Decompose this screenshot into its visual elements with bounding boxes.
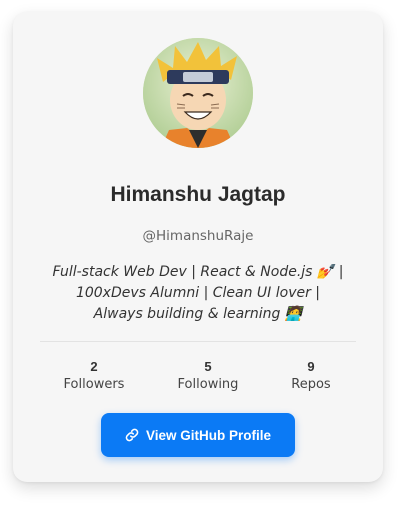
stat-following: 5 Following (158, 359, 258, 394)
view-github-profile-label: View GitHub Profile (145, 427, 272, 443)
profile-username: @HimanshuRaje (142, 228, 254, 244)
stat-following-value: 5 (204, 359, 212, 374)
divider (40, 341, 356, 342)
profile-bio: Full-stack Web Dev | React & Node.js 💅 |… (52, 264, 344, 322)
profile-card: Himanshu Jagtap @HimanshuRaje Full-stack… (13, 12, 383, 482)
stat-followers-label: Followers (63, 377, 125, 392)
stat-followers: 2 Followers (44, 359, 144, 394)
view-github-profile-button[interactable]: View GitHub Profile (101, 413, 295, 457)
stat-following-label: Following (177, 377, 239, 392)
stat-repos-label: Repos (291, 377, 331, 392)
link-icon (125, 428, 139, 442)
stats-row: 2 Followers 5 Following 9 Repos (13, 359, 383, 399)
stat-followers-value: 2 (90, 359, 98, 374)
stat-repos-value: 9 (307, 359, 315, 374)
stat-repos: 9 Repos (261, 359, 361, 394)
profile-name: Himanshu Jagtap (110, 183, 286, 206)
avatar (143, 38, 253, 148)
